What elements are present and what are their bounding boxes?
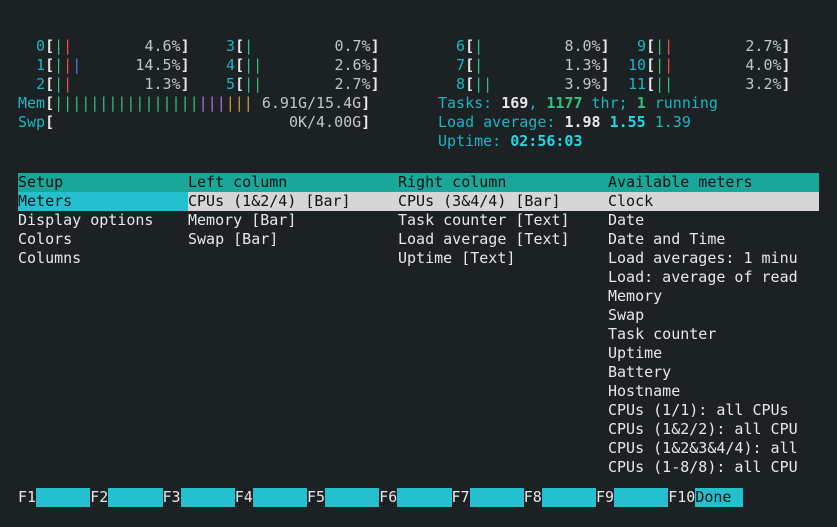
available-meters-item[interactable]: Load averages: 1 minu <box>608 249 819 268</box>
cpu-meter-6: 6[| 8.0%] <box>438 37 628 56</box>
available-meters-item[interactable]: Clock <box>608 192 819 211</box>
right-column-item[interactable]: CPUs (3&4/4) [Bar] <box>398 192 608 211</box>
available-meters-item[interactable]: Date and Time <box>608 230 819 249</box>
function-key-bar: F1 F2 F3 F4 F5 F6 F7 F8 F9 F10Done <box>18 488 819 507</box>
panel-left-column: Left columnCPUs (1&2/4) [Bar]Memory [Bar… <box>188 173 398 477</box>
fkey-label-F4[interactable] <box>253 488 307 507</box>
fkey-label-F2[interactable] <box>108 488 162 507</box>
fkey-F2[interactable]: F2 <box>90 488 108 507</box>
right-column-header: Right column <box>398 173 608 192</box>
cpu-meter-11: 11[|| 3.2%] <box>628 75 818 94</box>
fkey-label-F8[interactable] <box>542 488 596 507</box>
available-meters-item[interactable]: Hostname <box>608 382 819 401</box>
memory-meter: Mem[|||||||||||||||||||||| 6.91G/15.4G] <box>18 94 398 113</box>
fkey-F8[interactable]: F8 <box>524 488 542 507</box>
cpu-meter-4: 4[|| 2.6%] <box>208 56 398 75</box>
setup-item[interactable]: Meters <box>18 192 188 211</box>
available-meters-item[interactable]: Battery <box>608 363 819 382</box>
setup-item[interactable]: Columns <box>18 249 188 268</box>
fkey-label-F9[interactable] <box>614 488 668 507</box>
available-meters-item[interactable]: CPUs (1-8/8): all CPU <box>608 458 819 477</box>
uptime: Uptime: 02:56:03 <box>438 132 583 151</box>
fkey-F1[interactable]: F1 <box>18 488 36 507</box>
fkey-label-F3[interactable] <box>181 488 235 507</box>
cpu-meter-1: 1[||| 14.5%] <box>18 56 208 75</box>
meters-area: 0[|| 4.6%] 1[||| 14.5%] 2[|| 1.3%] 3[| 0… <box>18 8 819 151</box>
fkey-F7[interactable]: F7 <box>452 488 470 507</box>
right-column-item[interactable]: Load average [Text] <box>398 230 608 249</box>
setup-header: Setup <box>18 173 188 192</box>
fkey-F6[interactable]: F6 <box>379 488 397 507</box>
cpu-meter-0: 0[|| 4.6%] <box>18 37 208 56</box>
cpu-meter-7: 7[| 1.3%] <box>438 56 628 75</box>
available-meters-item[interactable]: Uptime <box>608 344 819 363</box>
available-meters-item[interactable]: Date <box>608 211 819 230</box>
fkey-F5[interactable]: F5 <box>307 488 325 507</box>
left-column-item[interactable]: Memory [Bar] <box>188 211 398 230</box>
fkey-label-F6[interactable] <box>397 488 451 507</box>
available-meters-item[interactable]: CPUs (1&2/2): all CPU <box>608 420 819 439</box>
cpu-meter-3: 3[| 0.7%] <box>208 37 398 56</box>
panel-right-column: Right columnCPUs (3&4/4) [Bar]Task count… <box>398 173 608 477</box>
fkey-label-F7[interactable] <box>470 488 524 507</box>
cpu-meter-5: 5[|| 2.7%] <box>208 75 398 94</box>
fkey-label-F5[interactable] <box>325 488 379 507</box>
available-meters-item[interactable]: Swap <box>608 306 819 325</box>
load-average: Load average: 1.98 1.55 1.39 <box>438 113 691 132</box>
fkey-F4[interactable]: F4 <box>235 488 253 507</box>
fkey-F3[interactable]: F3 <box>163 488 181 507</box>
left-column-item[interactable]: CPUs (1&2/4) [Bar] <box>188 192 398 211</box>
fkey-label-F10[interactable]: Done <box>695 488 743 507</box>
right-column-item[interactable]: Uptime [Text] <box>398 249 608 268</box>
available-meters-header: Available meters <box>608 173 819 192</box>
cpu-meter-8: 8[|| 3.9%] <box>438 75 628 94</box>
fkey-label-F1[interactable] <box>36 488 90 507</box>
tasks-counter: Tasks: 169, 1177 thr; 1 running <box>438 94 718 113</box>
swap-meter: Swp[ 0K/4.00G] <box>18 113 398 132</box>
panel-available-meters: Available metersClockDateDate and TimeLo… <box>608 173 819 477</box>
panel-setup: SetupMetersDisplay optionsColorsColumns <box>18 173 188 477</box>
setup-item[interactable]: Display options <box>18 211 188 230</box>
left-column-item[interactable]: Swap [Bar] <box>188 230 398 249</box>
cpu-meter-2: 2[|| 1.3%] <box>18 75 208 94</box>
cpu-meter-9: 9[|| 2.7%] <box>628 37 818 56</box>
available-meters-item[interactable]: CPUs (1&2&3&4/4): all <box>608 439 819 458</box>
available-meters-item[interactable]: Memory <box>608 287 819 306</box>
setup-panels: SetupMetersDisplay optionsColorsColumns … <box>18 173 819 477</box>
cpu-meter-10: 10[|| 4.0%] <box>628 56 818 75</box>
fkey-F9[interactable]: F9 <box>596 488 614 507</box>
available-meters-item[interactable]: Load: average of read <box>608 268 819 287</box>
available-meters-item[interactable]: CPUs (1/1): all CPUs <box>608 401 819 420</box>
fkey-F10[interactable]: F10 <box>668 488 695 507</box>
available-meters-item[interactable]: Task counter <box>608 325 819 344</box>
left-column-header: Left column <box>188 173 398 192</box>
right-column-item[interactable]: Task counter [Text] <box>398 211 608 230</box>
setup-item[interactable]: Colors <box>18 230 188 249</box>
